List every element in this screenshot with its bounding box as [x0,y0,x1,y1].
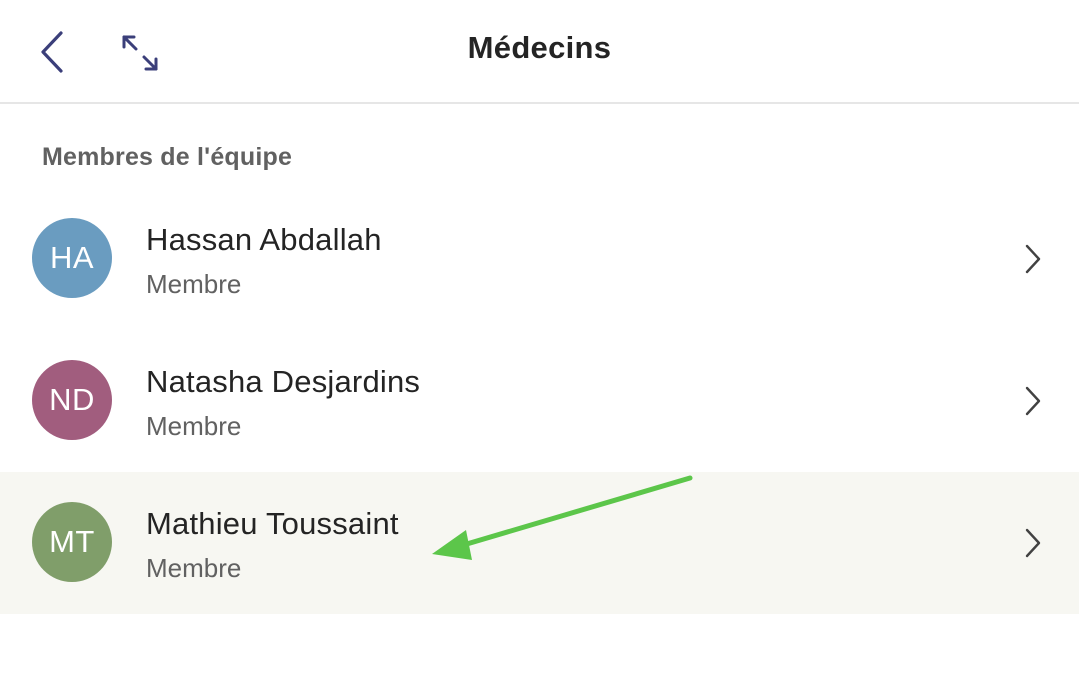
member-role: Membre [146,269,242,299]
avatar: HA [32,218,112,298]
section-label: Membres de l'équipe [42,143,293,171]
member-role: Membre [146,553,242,583]
team-members-screen: Médecins Membres de l'équipe HA Hassan A… [0,0,1079,686]
member-name: Hassan Abdallah [146,222,382,257]
member-role: Membre [146,411,242,441]
chevron-right-icon [1025,386,1041,416]
member-row[interactable]: ND Natasha Desjardins Membre [0,330,1079,472]
member-list: HA Hassan Abdallah Membre ND Natasha Des… [0,188,1079,614]
avatar: ND [32,360,112,440]
member-row[interactable]: MT Mathieu Toussaint Membre [0,472,1079,614]
member-name: Natasha Desjardins [146,364,421,399]
page-title: Médecins [467,30,612,65]
avatar-initials: HA [49,240,95,275]
avatar: MT [32,502,112,582]
chevron-right-icon [1025,244,1041,274]
member-name: Mathieu Toussaint [146,506,399,541]
avatar-initials: MT [49,524,95,559]
avatar-initials: ND [49,382,95,417]
chevron-right-icon [1025,528,1041,558]
member-row[interactable]: HA Hassan Abdallah Membre [0,188,1079,330]
header-bar: Médecins [0,0,1079,104]
